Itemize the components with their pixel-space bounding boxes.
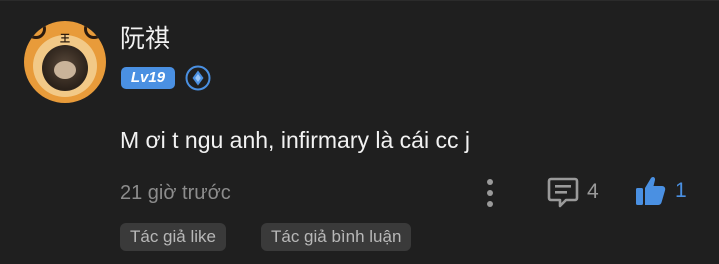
comment-timestamp: 21 giờ trước <box>120 182 231 204</box>
like-button[interactable]: 1 <box>634 174 687 208</box>
like-count: 1 <box>675 179 687 202</box>
reply-button[interactable]: 4 <box>546 175 599 209</box>
avatar-seal-text: 王 <box>60 34 70 45</box>
more-options-icon[interactable] <box>480 177 500 209</box>
level-badge: Lv19 <box>121 67 175 89</box>
avatar-dog-face <box>54 61 76 79</box>
avatar[interactable]: 王 <box>24 21 106 103</box>
comment-card: 王 阮祺 Lv19 M ơi t ngu anh, infirmary là c… <box>0 0 719 264</box>
thumbs-up-icon <box>636 176 666 205</box>
comment-text: M ơi t ngu anh, infirmary là cái cc j <box>120 127 470 153</box>
comment-bubble-icon <box>547 177 579 208</box>
tag-author-liked: Tác giả like <box>120 223 226 251</box>
tag-author-replied: Tác giả bình luận <box>261 223 412 251</box>
diamond-member-icon <box>185 65 211 91</box>
reply-count: 4 <box>587 180 599 203</box>
avatar-ear-right <box>84 21 104 39</box>
username[interactable]: 阮祺 <box>120 23 170 55</box>
avatar-ear-left <box>26 21 46 39</box>
